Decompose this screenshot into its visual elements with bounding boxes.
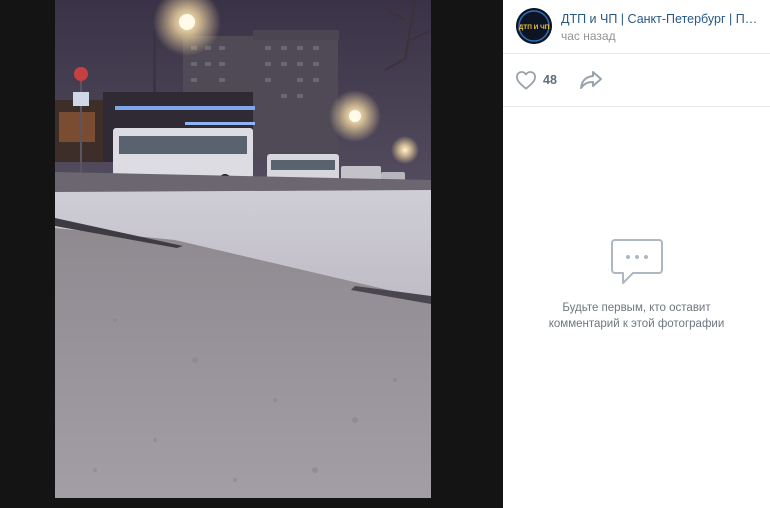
like-button[interactable]: 48	[515, 69, 557, 91]
side-panel: ДТП И ЧП ДТП и ЧП | Санкт-Петербург | Пи…	[503, 0, 770, 508]
photo-viewer	[0, 0, 503, 508]
avatar[interactable]: ДТП И ЧП	[516, 8, 552, 44]
empty-comments-text: Будьте первым, кто оставит комментарий к…	[548, 302, 725, 330]
svg-text:ДТП И ЧП: ДТП И ЧП	[519, 24, 550, 31]
photo[interactable]	[55, 0, 431, 498]
photo-image	[55, 0, 431, 498]
post-time: час назад	[561, 29, 616, 43]
author-name-link[interactable]: ДТП и ЧП | Санкт-Петербург | Питер онлай…	[561, 12, 761, 26]
share-button[interactable]	[579, 69, 603, 91]
comment-bubble-icon	[610, 239, 663, 284]
like-count: 48	[543, 73, 557, 87]
post-actions: 48	[503, 55, 770, 107]
avatar-logo-icon: ДТП И ЧП	[516, 8, 552, 44]
comments-empty-state: Будьте первым, кто оставит комментарий к…	[503, 236, 770, 332]
post-author: ДТП И ЧП ДТП и ЧП | Санкт-Петербург | Пи…	[503, 0, 770, 54]
share-icon	[580, 71, 602, 89]
heart-icon	[516, 71, 536, 90]
